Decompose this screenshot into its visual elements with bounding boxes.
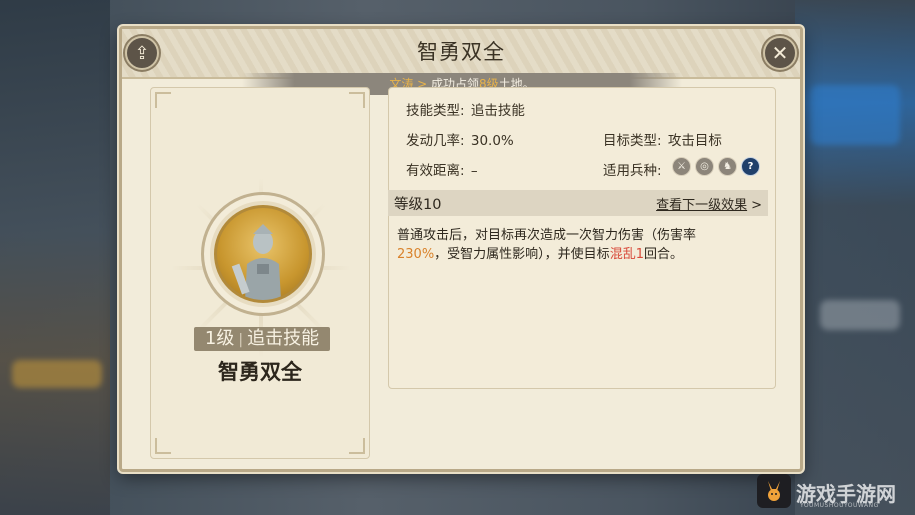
trigger-rate-value: 30.0% <box>470 133 514 149</box>
skill-portrait-image <box>214 205 312 303</box>
skill-detail-dialog: 智勇双全 ⇪ ✕ 文涛 > 成功占领8级土地。 1级 | 追击技能 智勇双全 技… <box>119 26 803 472</box>
trigger-rate-row: 发动几率: 30.0% <box>406 129 514 149</box>
share-button[interactable]: ⇪ <box>125 36 159 70</box>
bow-icon[interactable]: ◎ <box>695 157 714 176</box>
background-right-column <box>795 0 915 515</box>
skill-level-label: 等级10 <box>394 196 442 213</box>
background-blob <box>810 85 900 145</box>
rabbit-logo-icon <box>768 481 780 501</box>
watermark-subtext: YOUMUSHOUYOUWANG <box>800 502 879 509</box>
target-type-label: 目标类型: <box>603 133 662 149</box>
target-type-row: 目标类型: 攻击目标 <box>603 129 722 149</box>
unit-type-icons: ⚔ ◎ ♞ ? <box>672 157 760 176</box>
background-blob <box>820 300 900 330</box>
description-text: 普通攻击后，对目标再次造成一次智力伤害（伤害率 <box>397 228 697 243</box>
dialog-header: 智勇双全 ⇪ ✕ <box>122 29 800 79</box>
skill-type-row: 技能类型: 追击技能 <box>406 99 525 119</box>
target-type-value: 攻击目标 <box>667 133 722 149</box>
range-row: 有效距离: – <box>406 159 478 179</box>
range-value: – <box>470 163 478 179</box>
skill-level-bar: 等级10 查看下一级效果 > <box>388 190 768 216</box>
panel-corner <box>155 438 171 454</box>
unit-types-label: 适用兵种: <box>603 163 662 179</box>
description-text: ，受智力属性影响），并使目标 <box>434 247 610 262</box>
close-button[interactable]: ✕ <box>763 36 797 70</box>
description-text: 回合。 <box>643 247 683 262</box>
close-icon: ✕ <box>771 41 789 65</box>
skill-type-value: 追击技能 <box>470 103 525 119</box>
damage-rate: 230% <box>397 247 435 262</box>
status-effect: 混乱1 <box>609 247 644 262</box>
panel-corner <box>155 92 171 108</box>
help-icon[interactable]: ? <box>741 157 760 176</box>
panel-corner <box>349 438 365 454</box>
unit-types-row: 适用兵种: <box>603 159 662 179</box>
watermark-logo <box>757 474 791 508</box>
skill-type-tag: 追击技能 <box>247 328 320 349</box>
skill-level: 1级 <box>204 328 235 349</box>
trigger-rate-label: 发动几率: <box>406 133 465 149</box>
dialog-title: 智勇双全 <box>417 40 505 64</box>
skill-name: 智勇双全 <box>218 360 302 384</box>
background-blob <box>12 360 102 388</box>
background-left-column <box>0 0 110 515</box>
skill-level-tag: 1级 | 追击技能 <box>194 327 330 351</box>
range-label: 有效距离: <box>406 163 465 179</box>
skill-type-label: 技能类型: <box>406 103 465 119</box>
next-level-text[interactable]: 查看下一级效果 <box>656 198 747 213</box>
panel-corner <box>349 92 365 108</box>
skill-portrait-frame <box>201 192 325 316</box>
chevron-right-icon: > <box>751 197 762 213</box>
next-level-link[interactable]: 查看下一级效果 > <box>656 194 762 213</box>
tag-separator: | <box>238 332 244 348</box>
horse-icon[interactable]: ♞ <box>718 157 737 176</box>
general-figure-icon <box>231 224 281 300</box>
skill-description: 普通攻击后，对目标再次造成一次智力伤害（伤害率 230%，受智力属性影响），并使目… <box>397 226 727 264</box>
sword-icon[interactable]: ⚔ <box>672 157 691 176</box>
share-icon: ⇪ <box>134 42 150 64</box>
skill-portrait-panel: 1级 | 追击技能 智勇双全 <box>150 87 370 459</box>
